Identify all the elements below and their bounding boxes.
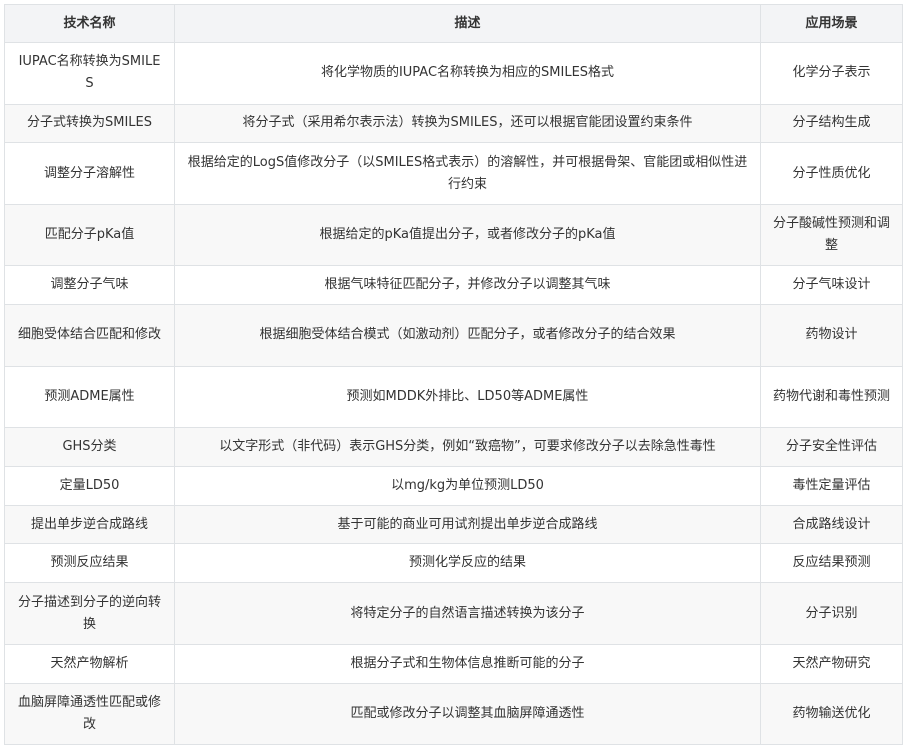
table-row: 提出单步逆合成路线 基于可能的商业可用试剂提出单步逆合成路线 合成路线设计 (4, 504, 903, 545)
cell-tech-name: 细胞受体结合匹配和修改 (4, 304, 175, 367)
cell-tech-name: 提出单步逆合成路线 (4, 504, 175, 545)
cell-application: 分子性质优化 (760, 142, 903, 205)
cell-description: 预测如MDDK外排比、LD50等ADME属性 (174, 365, 761, 429)
table-row: 调整分子溶解性 根据给定的LogS值修改分子（以SMILES格式表示）的溶解性，… (4, 142, 903, 205)
cell-description: 匹配或修改分子以调整其血脑屏障通透性 (174, 682, 761, 746)
cell-application: 反应结果预测 (760, 543, 903, 584)
table-row: GHS分类 以文字形式（非代码）表示GHS分类，例如“致癌物”，可要求修改分子以… (4, 427, 903, 467)
cell-description: 以mg/kg为单位预测LD50 (174, 465, 761, 506)
cell-application: 药物设计 (760, 304, 903, 367)
cell-tech-name: 调整分子气味 (4, 265, 175, 306)
table-row: 分子描述到分子的逆向转换 将特定分子的自然语言描述转换为该分子 分子识别 (4, 582, 903, 645)
cell-tech-name: 预测反应结果 (4, 543, 175, 584)
cell-application: 分子气味设计 (760, 265, 903, 306)
cell-description: 根据气味特征匹配分子，并修改分子以调整其气味 (174, 265, 761, 306)
cell-application: 药物输送优化 (760, 682, 903, 746)
cell-description: 将化学物质的IUPAC名称转换为相应的SMILES格式 (174, 42, 761, 105)
cell-application: 天然产物研究 (760, 643, 903, 684)
table-row: IUPAC名称转换为SMILES 将化学物质的IUPAC名称转换为相应的SMIL… (4, 42, 903, 105)
table-row: 血脑屏障通透性匹配或修改 匹配或修改分子以调整其血脑屏障通透性 药物输送优化 (4, 682, 903, 746)
header-description: 描述 (174, 4, 761, 43)
table-row: 天然产物解析 根据分子式和生物体信息推断可能的分子 天然产物研究 (4, 643, 903, 684)
cell-tech-name: 血脑屏障通透性匹配或修改 (4, 682, 175, 746)
cell-tech-name: 调整分子溶解性 (4, 142, 175, 205)
table-row: 分子式转换为SMILES 将分子式（采用希尔表示法）转换为SMILES，还可以根… (4, 103, 903, 144)
cell-application: 药物代谢和毒性预测 (760, 365, 903, 429)
table-row: 细胞受体结合匹配和修改 根据细胞受体结合模式（如激动剂）匹配分子，或者修改分子的… (4, 304, 903, 367)
cell-description: 根据给定的LogS值修改分子（以SMILES格式表示）的溶解性，并可根据骨架、官… (174, 142, 761, 205)
cell-tech-name: 天然产物解析 (4, 643, 175, 684)
cell-tech-name: 匹配分子pKa值 (4, 203, 175, 267)
cell-tech-name: 分子描述到分子的逆向转换 (4, 582, 175, 645)
technology-table: 技术名称 描述 应用场景 IUPAC名称转换为SMILES 将化学物质的IUPA… (4, 4, 903, 746)
cell-application: 分子结构生成 (760, 103, 903, 144)
cell-application: 分子安全性评估 (760, 427, 903, 467)
table-row: 调整分子气味 根据气味特征匹配分子，并修改分子以调整其气味 分子气味设计 (4, 265, 903, 306)
table-row: 匹配分子pKa值 根据给定的pKa值提出分子，或者修改分子的pKa值 分子酸碱性… (4, 203, 903, 267)
cell-application: 分子酸碱性预测和调整 (760, 203, 903, 267)
cell-description: 将特定分子的自然语言描述转换为该分子 (174, 582, 761, 645)
cell-tech-name: 预测ADME属性 (4, 365, 175, 429)
cell-application: 分子识别 (760, 582, 903, 645)
table-row: 预测ADME属性 预测如MDDK外排比、LD50等ADME属性 药物代谢和毒性预… (4, 365, 903, 429)
cell-description: 根据分子式和生物体信息推断可能的分子 (174, 643, 761, 684)
header-tech-name: 技术名称 (4, 4, 175, 43)
cell-tech-name: 分子式转换为SMILES (4, 103, 175, 144)
cell-description: 以文字形式（非代码）表示GHS分类，例如“致癌物”，可要求修改分子以去除急性毒性 (174, 427, 761, 467)
table-row: 定量LD50 以mg/kg为单位预测LD50 毒性定量评估 (4, 465, 903, 506)
cell-description: 根据细胞受体结合模式（如激动剂）匹配分子，或者修改分子的结合效果 (174, 304, 761, 367)
cell-description: 将分子式（采用希尔表示法）转换为SMILES，还可以根据官能团设置约束条件 (174, 103, 761, 144)
header-application: 应用场景 (760, 4, 903, 43)
cell-description: 预测化学反应的结果 (174, 543, 761, 584)
table-header-row: 技术名称 描述 应用场景 (4, 4, 903, 43)
cell-description: 根据给定的pKa值提出分子，或者修改分子的pKa值 (174, 203, 761, 267)
cell-application: 毒性定量评估 (760, 465, 903, 506)
table-row: 预测反应结果 预测化学反应的结果 反应结果预测 (4, 543, 903, 584)
cell-tech-name: IUPAC名称转换为SMILES (4, 42, 175, 105)
cell-description: 基于可能的商业可用试剂提出单步逆合成路线 (174, 504, 761, 545)
cell-tech-name: GHS分类 (4, 427, 175, 467)
cell-application: 合成路线设计 (760, 504, 903, 545)
cell-tech-name: 定量LD50 (4, 465, 175, 506)
cell-application: 化学分子表示 (760, 42, 903, 105)
